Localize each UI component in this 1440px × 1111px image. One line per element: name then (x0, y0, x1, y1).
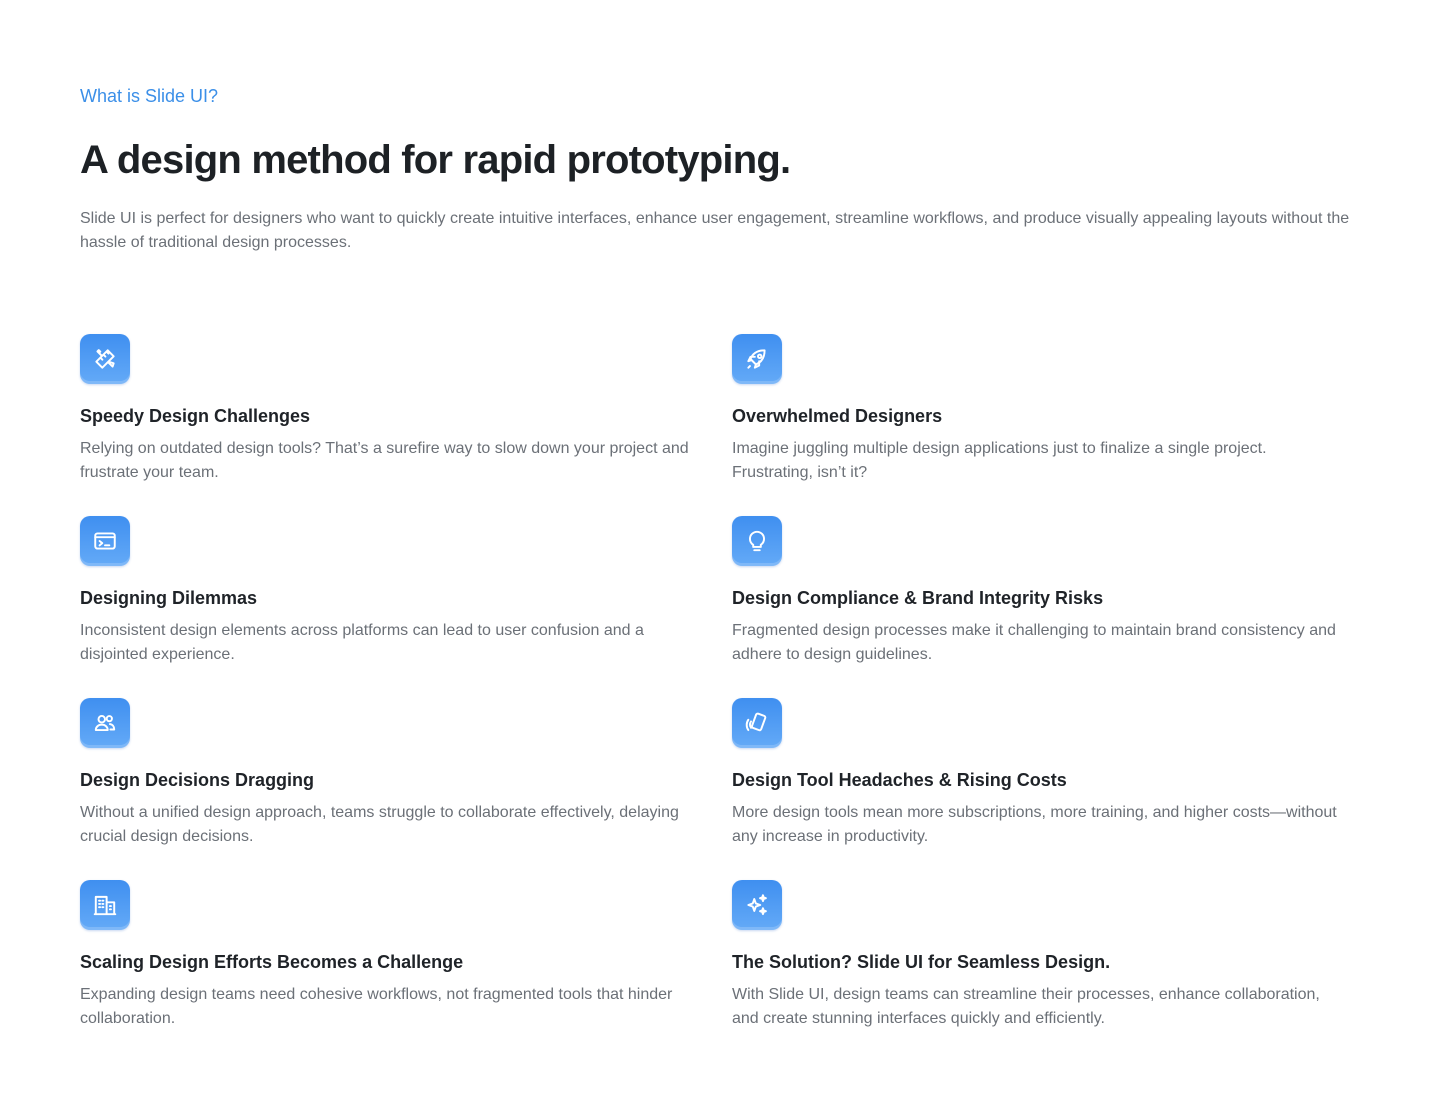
feature-title: Designing Dilemmas (80, 588, 258, 608)
section-title: A design method for rapid prototyping. (80, 138, 791, 182)
feature-description: More design tools mean more subscription… (732, 804, 1337, 845)
design-tools-icon (80, 334, 130, 384)
feature-title: The Solution? Slide UI for Seamless Desi… (732, 952, 1111, 972)
section-intro: Slide UI is perfect for designers who wa… (80, 210, 1350, 251)
building-icon (80, 880, 130, 930)
feature-card: Design Decisions Dragging Without a unif… (80, 698, 698, 880)
feature-description: With Slide UI, design teams can streamli… (732, 986, 1320, 1027)
feature-description: Fragmented design processes make it chal… (732, 622, 1336, 663)
sparkles-icon (732, 880, 782, 930)
feature-description: Expanding design teams need cohesive wor… (80, 986, 673, 1027)
terminal-window-icon (80, 516, 130, 566)
feature-title: Speedy Design Challenges (80, 406, 311, 426)
rocket-icon (732, 334, 782, 384)
feature-card: Speedy Design Challenges Relying on outd… (80, 334, 698, 516)
feature-title: Design Decisions Dragging (80, 770, 315, 790)
feature-card: Designing Dilemmas Inconsistent design e… (80, 516, 698, 698)
lightbulb-icon (732, 516, 782, 566)
feature-title: Overwhelmed Designers (732, 406, 943, 426)
feature-title: Scaling Design Efforts Becomes a Challen… (80, 952, 464, 972)
features-grid: Speedy Design Challenges Relying on outd… (80, 334, 1360, 1062)
feature-card: Overwhelmed Designers Imagine juggling m… (732, 334, 1350, 516)
feature-description: Imagine juggling multiple design applica… (732, 440, 1267, 481)
feature-description: Inconsistent design elements across plat… (80, 622, 644, 663)
feature-card: Design Compliance & Brand Integrity Risk… (732, 516, 1350, 698)
feature-description: Relying on outdated design tools? That’s… (80, 440, 689, 481)
feature-card: Design Tool Headaches & Rising Costs Mor… (732, 698, 1350, 880)
section-eyebrow: What is Slide UI? (80, 86, 219, 106)
feature-title: Design Compliance & Brand Integrity Risk… (732, 588, 1104, 608)
feature-card: Scaling Design Efforts Becomes a Challen… (80, 880, 698, 1062)
tap-card-icon (732, 698, 782, 748)
team-users-icon (80, 698, 130, 748)
feature-card: The Solution? Slide UI for Seamless Desi… (732, 880, 1350, 1062)
feature-description: Without a unified design approach, teams… (80, 804, 679, 845)
feature-title: Design Tool Headaches & Rising Costs (732, 770, 1067, 790)
